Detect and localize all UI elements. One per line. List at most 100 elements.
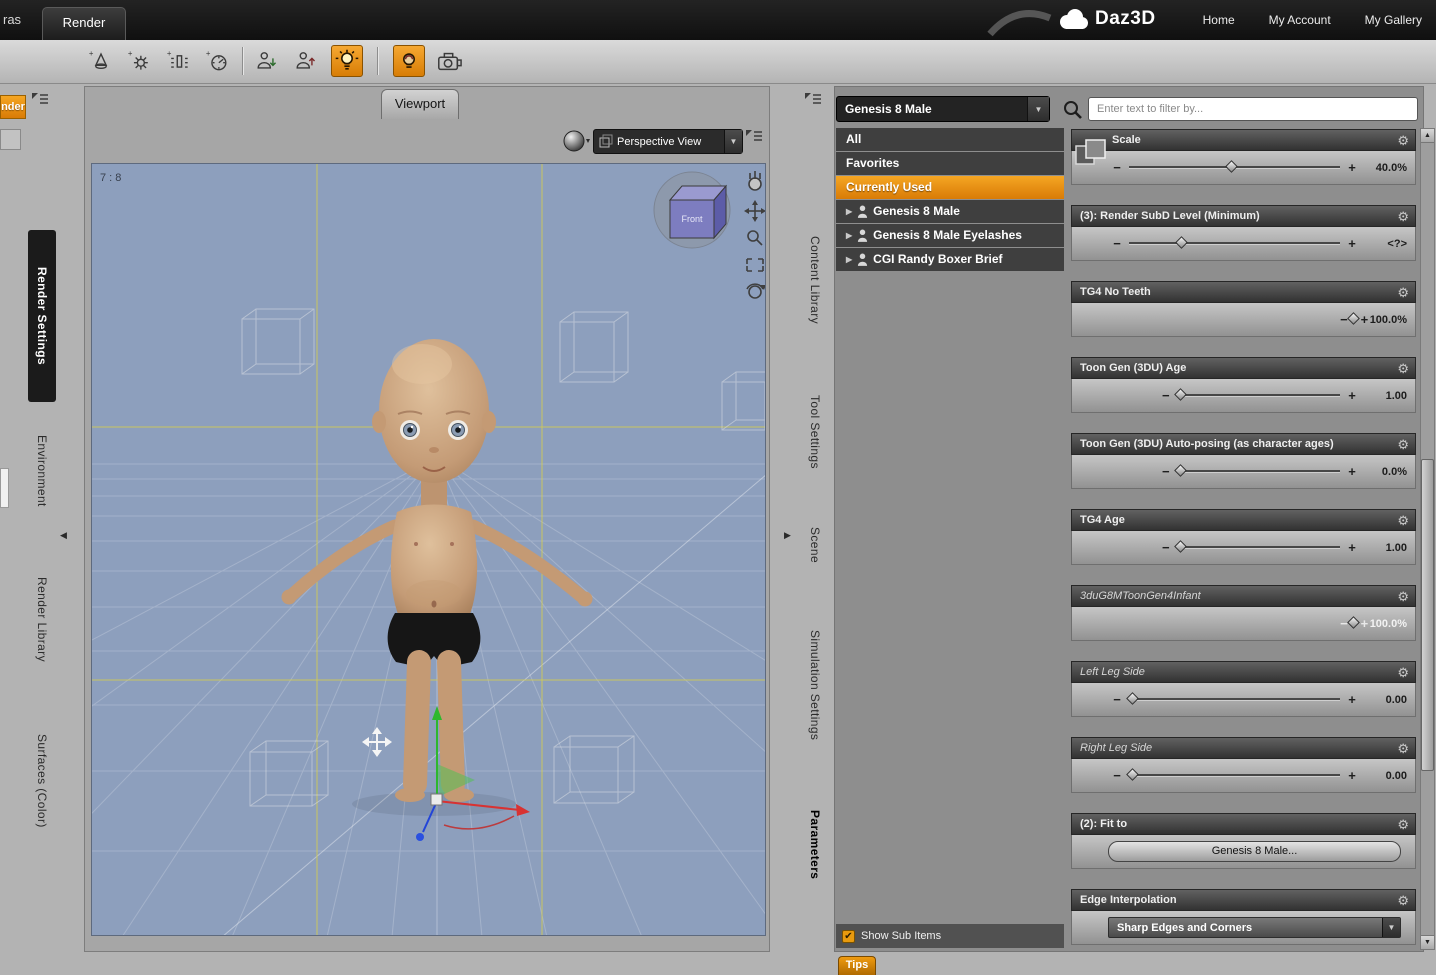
gear-icon[interactable]: ⚙	[1397, 818, 1409, 831]
parameters-scrollbar[interactable]: ▲ ▼	[1420, 128, 1435, 950]
view-navigation-cube[interactable]: Front	[653, 171, 731, 249]
slider-value[interactable]: 40.0%	[1359, 162, 1415, 174]
slider-value[interactable]: 1.00	[1359, 542, 1415, 554]
param-nav-currently-used[interactable]: Currently Used	[836, 176, 1064, 199]
tips-tab[interactable]: Tips	[838, 956, 876, 975]
slider-handle[interactable]	[1347, 312, 1361, 325]
increment-icon[interactable]: +	[1345, 768, 1359, 783]
gear-icon[interactable]: ⚙	[1397, 514, 1409, 527]
increment-icon[interactable]: +	[1359, 616, 1370, 631]
create-point-light-button[interactable]: +	[124, 45, 156, 77]
create-spot-light-button[interactable]: +	[85, 45, 117, 77]
gear-icon[interactable]: ⚙	[1397, 590, 1409, 603]
increment-icon[interactable]: +	[1345, 236, 1359, 251]
dolly-move-icon[interactable]	[744, 200, 766, 222]
create-distant-light-button[interactable]: +	[202, 45, 234, 77]
transform-gizmo[interactable]	[416, 706, 530, 841]
increment-icon[interactable]: +	[1345, 388, 1359, 403]
left-pane-options-icon[interactable]	[31, 92, 49, 107]
scroll-down-button[interactable]: ▼	[1421, 935, 1434, 949]
decrement-icon[interactable]: −	[1159, 464, 1173, 479]
slider-track[interactable]	[1174, 540, 1340, 553]
param-nav-favorites[interactable]: Favorites	[836, 152, 1064, 175]
increment-icon[interactable]: +	[1359, 312, 1370, 327]
slider-value[interactable]: 100.0%	[1370, 618, 1415, 630]
slider-handle[interactable]	[1126, 692, 1140, 705]
gear-icon[interactable]: ⚙	[1397, 666, 1409, 679]
gear-icon[interactable]: ⚙	[1397, 362, 1409, 375]
param-nav-all[interactable]: All	[836, 128, 1064, 151]
decrement-icon[interactable]: −	[1110, 160, 1124, 175]
gear-icon[interactable]: ⚙	[1397, 438, 1409, 451]
slider-handle[interactable]	[1126, 768, 1140, 781]
increment-icon[interactable]: +	[1345, 692, 1359, 707]
decrement-icon[interactable]: −	[1110, 236, 1124, 251]
orbit-rotate-icon[interactable]	[746, 283, 766, 299]
increment-icon[interactable]: +	[1345, 464, 1359, 479]
gear-icon[interactable]: ⚙	[1397, 286, 1409, 299]
slider-track[interactable]	[1129, 160, 1340, 173]
decrement-icon[interactable]: −	[1110, 768, 1124, 783]
left-tab-render-settings[interactable]: Render Settings	[28, 230, 56, 402]
param-nav-genesis8male[interactable]: ▶ Genesis 8 Male	[836, 200, 1064, 223]
daz3d-logo[interactable]: Daz3D	[1058, 7, 1156, 31]
new-camera-button[interactable]	[433, 45, 465, 77]
slider-track[interactable]	[1129, 236, 1340, 249]
partial-tab-cameras[interactable]: ras	[3, 12, 21, 27]
frame-view-icon[interactable]	[746, 258, 764, 272]
slider-value[interactable]: <?>	[1359, 238, 1415, 250]
viewport-canvas[interactable]: Front 7: 8	[91, 163, 766, 936]
left-tab-render-library[interactable]: Render Library	[28, 552, 56, 687]
edge-interpolation-arrow[interactable]: ▼	[1382, 918, 1400, 937]
param-nav-genesis8male-eyelashes[interactable]: ▶ Genesis 8 Male Eyelashes	[836, 224, 1064, 247]
nav-my-account[interactable]: My Account	[1269, 13, 1331, 27]
decrement-icon[interactable]: −	[1159, 388, 1173, 403]
slider-handle[interactable]	[1174, 464, 1187, 477]
scrollbar-thumb[interactable]	[1421, 459, 1434, 771]
decrement-icon[interactable]: −	[1110, 692, 1124, 707]
slider-handle[interactable]	[1174, 236, 1188, 249]
decrement-icon[interactable]: −	[1159, 540, 1173, 555]
pan-hand-icon[interactable]	[748, 171, 762, 191]
increment-icon[interactable]: +	[1345, 540, 1359, 555]
slider-track[interactable]	[1174, 464, 1340, 477]
figure-selector-dropdown[interactable]: Genesis 8 Male ▼	[836, 96, 1050, 122]
gear-icon[interactable]: ⚙	[1397, 742, 1409, 755]
right-tab-content-library[interactable]: Content Library	[800, 210, 830, 350]
partial-tab-unknown[interactable]	[0, 129, 21, 150]
gear-icon[interactable]: ⚙	[1397, 894, 1409, 907]
view-selector-arrow[interactable]: ▼	[724, 130, 742, 153]
slider-value[interactable]: 0.00	[1359, 694, 1415, 706]
gear-icon[interactable]: ⚙	[1397, 210, 1409, 223]
slider-track[interactable]	[1126, 692, 1340, 705]
param-nav-cgi-randy-boxer-brief[interactable]: ▶ CGI Randy Boxer Brief	[836, 248, 1064, 271]
expand-triangle-icon[interactable]: ▶	[846, 248, 852, 271]
slider-value[interactable]: 0.0%	[1359, 466, 1415, 478]
edge-interpolation-dropdown[interactable]: Sharp Edges and Corners ▼	[1108, 917, 1401, 938]
scroll-up-button[interactable]: ▲	[1421, 129, 1434, 143]
fit-to-button[interactable]: Genesis 8 Male...	[1108, 841, 1401, 862]
viewport-tab[interactable]: Viewport	[381, 89, 459, 119]
slider-value[interactable]: 1.00	[1359, 390, 1415, 402]
right-tab-parameters[interactable]: Parameters	[800, 790, 830, 900]
right-pane-options-icon[interactable]	[804, 92, 822, 107]
zoom-magnifier-icon[interactable]	[747, 230, 763, 246]
memorize-figure-button[interactable]	[250, 45, 282, 77]
preview-lights-toggle-button[interactable]	[331, 45, 363, 77]
show-sub-items-checkbox[interactable]: ✔	[842, 929, 855, 943]
tab-render[interactable]: Render	[42, 7, 126, 40]
figure-selector-arrow[interactable]: ▼	[1027, 97, 1049, 121]
right-tab-tool-settings[interactable]: Tool Settings	[800, 376, 830, 488]
increment-icon[interactable]: +	[1345, 160, 1359, 175]
partial-tab-render-pane[interactable]: nder	[0, 95, 26, 119]
slider-handle[interactable]	[1174, 540, 1187, 553]
gear-icon[interactable]: ⚙	[1397, 134, 1409, 147]
nav-my-gallery[interactable]: My Gallery	[1365, 13, 1422, 27]
collapse-right-pane-arrow[interactable]: ▶	[784, 530, 791, 541]
parameter-filter-input[interactable]	[1088, 97, 1418, 121]
create-linear-point-light-button[interactable]: +	[163, 45, 195, 77]
drawstyle-sphere-icon[interactable]	[563, 129, 591, 154]
expand-triangle-icon[interactable]: ▶	[846, 200, 852, 223]
slider-value[interactable]: 100.0%	[1370, 314, 1415, 326]
viewport-pane-options-icon[interactable]	[745, 129, 763, 144]
